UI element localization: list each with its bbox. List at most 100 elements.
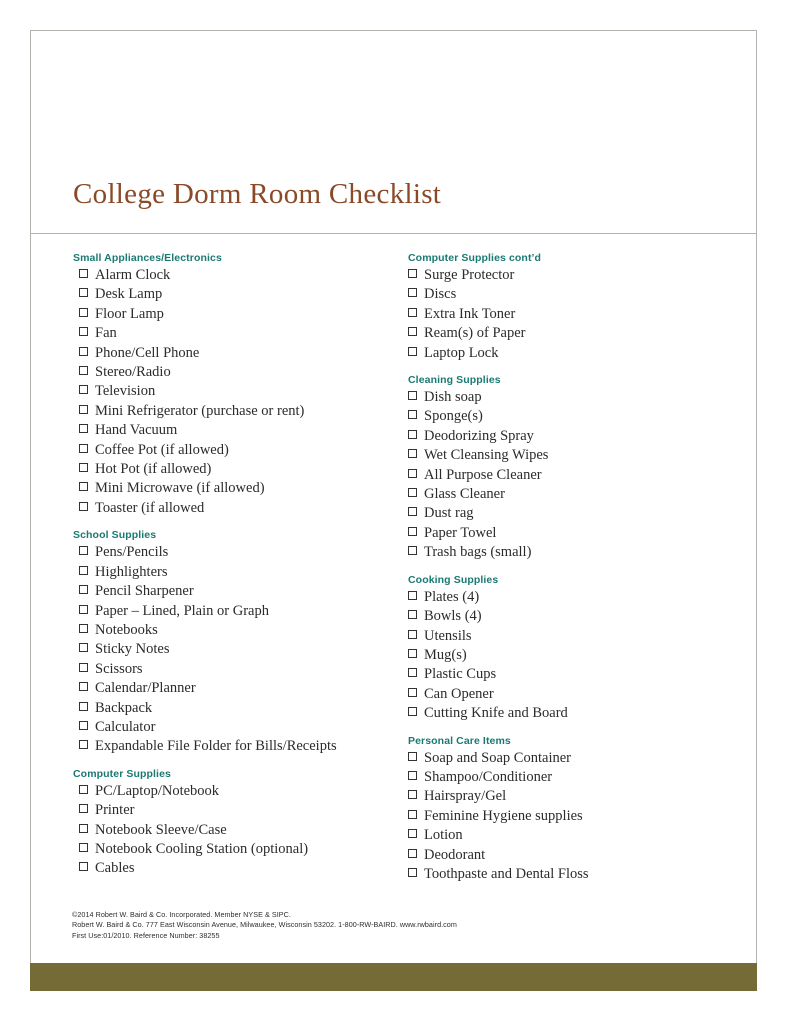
checklist-item[interactable]: Plates (4) [406,588,736,607]
checklist-item[interactable]: Cutting Knife and Board [406,704,736,723]
checklist-item[interactable]: Backpack [71,699,401,718]
checklist-item[interactable]: PC/Laptop/Notebook [71,782,401,801]
checklist-item[interactable]: Desk Lamp [71,285,401,304]
checklist-item[interactable]: Notebook Cooling Station (optional) [71,840,401,859]
checklist-item[interactable]: Stereo/Radio [71,363,401,382]
checkbox-floor-lamp[interactable] [79,307,88,317]
checkbox-extra-ink-toner[interactable] [408,307,417,317]
checklist-item[interactable]: Calendar/Planner [71,679,401,698]
checkbox-toaster-if-allowed[interactable] [79,501,88,511]
checklist-item[interactable]: Alarm Clock [71,266,401,285]
checklist-item[interactable]: Cables [71,859,401,878]
checklist-item[interactable]: Toaster (if allowed [71,499,401,518]
checklist-item[interactable]: Lotion [406,826,736,845]
checklist-item[interactable]: Dust rag [406,504,736,523]
checklist-item[interactable]: Laptop Lock [406,344,736,363]
checkbox-pc-laptop-notebook[interactable] [79,784,88,794]
checklist-item[interactable]: Paper – Lined, Plain or Graph [71,602,401,621]
checkbox-surge-protector[interactable] [408,269,417,278]
checkbox-notebooks[interactable] [79,623,88,633]
checklist-item[interactable]: Extra Ink Toner [406,305,736,324]
checkbox-deodorant[interactable] [408,848,417,858]
checkbox-hand-vacuum[interactable] [79,424,88,434]
checkbox-paper-lined-plain-or-graph[interactable] [79,604,88,614]
checkbox-utensils[interactable] [408,629,417,639]
checklist-item[interactable]: Printer [71,801,401,820]
checklist-item[interactable]: Feminine Hygiene supplies [406,807,736,826]
checklist-item[interactable]: Utensils [406,627,736,646]
checklist-item[interactable]: Mini Microwave (if allowed) [71,479,401,498]
checkbox-cables[interactable] [79,862,88,872]
checklist-item[interactable]: Deodorant [406,846,736,865]
checkbox-pens-pencils[interactable] [79,546,88,556]
checkbox-bowls-4[interactable] [408,610,417,620]
checklist-item[interactable]: Surge Protector [406,266,736,285]
checklist-item[interactable]: Wet Cleansing Wipes [406,446,736,465]
checklist-item[interactable]: Calculator [71,718,401,737]
checkbox-paper-towel[interactable] [408,526,417,536]
checkbox-backpack[interactable] [79,701,88,711]
checkbox-cutting-knife-and-board[interactable] [408,707,417,717]
checkbox-mini-microwave-if-allowed[interactable] [79,482,88,492]
checkbox-notebook-cooling-station-optional[interactable] [79,842,88,852]
checkbox-phone-cell-phone[interactable] [79,346,88,356]
checklist-item[interactable]: Notebook Sleeve/Case [71,821,401,840]
checkbox-trash-bags-small[interactable] [408,546,417,556]
checkbox-toothpaste-and-dental-floss[interactable] [408,867,417,877]
checklist-item[interactable]: Glass Cleaner [406,485,736,504]
checklist-item[interactable]: Plastic Cups [406,665,736,684]
checklist-item[interactable]: Bowls (4) [406,607,736,626]
checklist-item[interactable]: Television [71,382,401,401]
checklist-item[interactable]: Hand Vacuum [71,421,401,440]
checkbox-notebook-sleeve-case[interactable] [79,823,88,833]
checkbox-stereo-radio[interactable] [79,366,88,376]
checkbox-all-purpose-cleaner[interactable] [408,468,417,478]
checklist-item[interactable]: Shampoo/Conditioner [406,768,736,787]
checkbox-highlighters[interactable] [79,565,88,575]
checkbox-shampoo-conditioner[interactable] [408,770,417,780]
checkbox-can-opener[interactable] [408,687,417,697]
checkbox-ream-s-of-paper[interactable] [408,327,417,337]
checkbox-lotion[interactable] [408,829,417,839]
checklist-item[interactable]: Mug(s) [406,646,736,665]
checklist-item[interactable]: Hot Pot (if allowed) [71,460,401,479]
checkbox-discs[interactable] [408,288,417,298]
checkbox-dust-rag[interactable] [408,507,417,517]
checkbox-desk-lamp[interactable] [79,288,88,298]
checkbox-printer[interactable] [79,804,88,814]
checklist-item[interactable]: Coffee Pot (if allowed) [71,441,401,460]
checklist-item[interactable]: Highlighters [71,563,401,582]
checkbox-scissors[interactable] [79,662,88,672]
checklist-item[interactable]: Expandable File Folder for Bills/Receipt… [71,737,401,756]
checkbox-hairspray-gel[interactable] [408,790,417,800]
checkbox-plates-4[interactable] [408,590,417,600]
checkbox-glass-cleaner[interactable] [408,488,417,498]
checklist-item[interactable]: Trash bags (small) [406,543,736,562]
checklist-item[interactable]: All Purpose Cleaner [406,466,736,485]
checkbox-wet-cleansing-wipes[interactable] [408,449,417,459]
checklist-item[interactable]: Floor Lamp [71,305,401,324]
checkbox-coffee-pot-if-allowed[interactable] [79,443,88,453]
checkbox-television[interactable] [79,385,88,395]
checkbox-deodorizing-spray[interactable] [408,429,417,439]
checklist-item[interactable]: Can Opener [406,685,736,704]
checkbox-sticky-notes[interactable] [79,643,88,653]
checklist-item[interactable]: Pens/Pencils [71,543,401,562]
checkbox-feminine-hygiene-supplies[interactable] [408,809,417,819]
checkbox-sponge-s[interactable] [408,410,417,420]
checkbox-mug-s[interactable] [408,648,417,658]
checkbox-fan[interactable] [79,327,88,337]
checkbox-alarm-clock[interactable] [79,269,88,278]
checklist-item[interactable]: Fan [71,324,401,343]
checklist-item[interactable]: Deodorizing Spray [406,427,736,446]
checkbox-plastic-cups[interactable] [408,668,417,678]
checklist-item[interactable]: Mini Refrigerator (purchase or rent) [71,402,401,421]
checklist-item[interactable]: Phone/Cell Phone [71,344,401,363]
checklist-item[interactable]: Dish soap [406,388,736,407]
checklist-item[interactable]: Discs [406,285,736,304]
checkbox-mini-refrigerator-purchase-or-rent[interactable] [79,404,88,414]
checklist-item[interactable]: Paper Towel [406,524,736,543]
checklist-item[interactable]: Pencil Sharpener [71,582,401,601]
checkbox-laptop-lock[interactable] [408,346,417,356]
checklist-item[interactable]: Sticky Notes [71,640,401,659]
